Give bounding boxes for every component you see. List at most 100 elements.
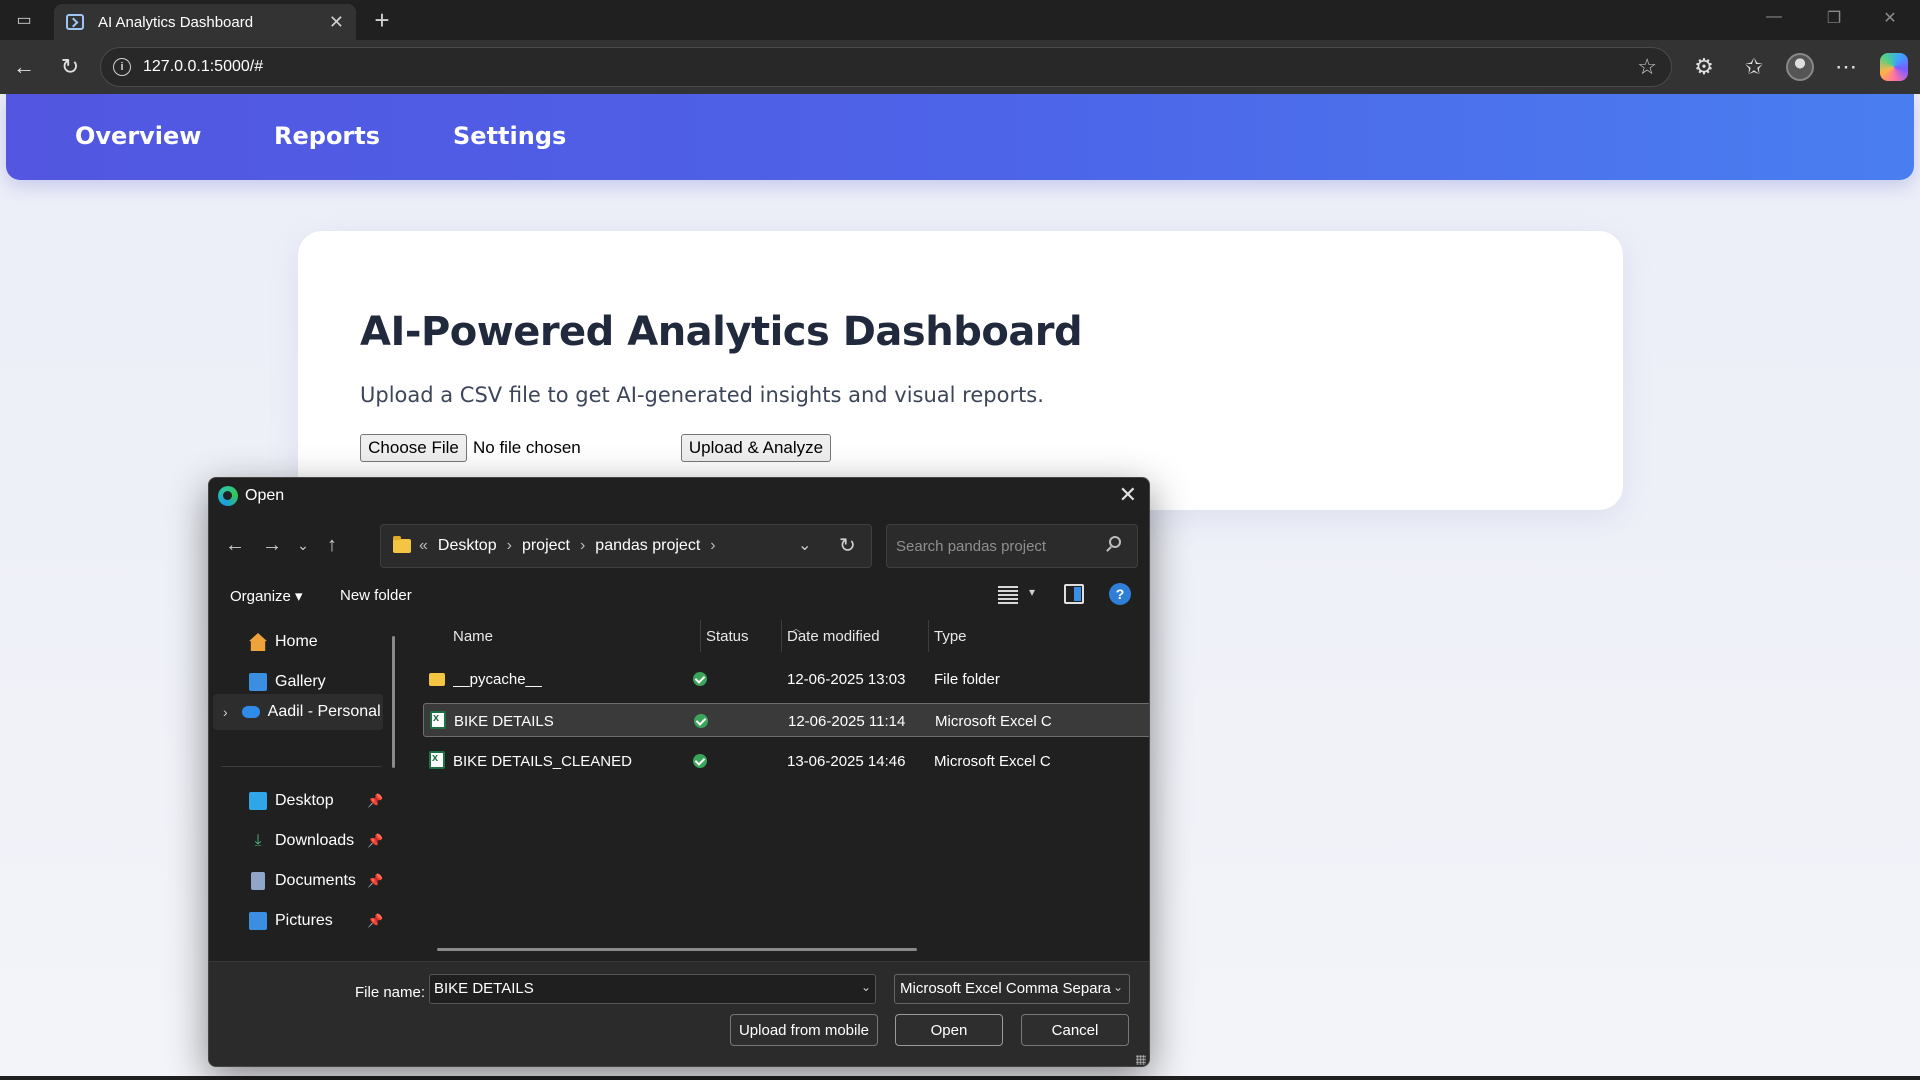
file-row[interactable]: BIKE DETAILS_CLEANED 13-06-2025 14:46 Mi… (423, 744, 1149, 778)
column-header-type[interactable]: Type (934, 628, 967, 645)
copilot-icon[interactable] (1880, 53, 1908, 81)
path-refresh-icon[interactable]: ↻ (839, 533, 856, 558)
cancel-button[interactable]: Cancel (1021, 1014, 1129, 1046)
dialog-back-icon[interactable]: ← (222, 532, 248, 558)
back-icon[interactable]: ← (10, 53, 38, 81)
column-divider[interactable] (700, 620, 701, 652)
path-dropdown-icon[interactable]: ⌄ (798, 535, 811, 555)
sidebar-item-downloads[interactable]: ⤓ Downloads (249, 827, 354, 855)
breadcrumb-project[interactable]: project (522, 537, 570, 555)
column-header-status[interactable]: Status (706, 628, 749, 645)
open-button[interactable]: Open (895, 1014, 1003, 1046)
file-row-selected[interactable]: BIKE DETAILS 12-06-2025 11:14 Microsoft … (423, 703, 1149, 737)
gallery-icon (249, 673, 267, 691)
window-close-icon[interactable]: ✕ (1878, 8, 1902, 28)
page-title: AI-Powered Analytics Dashboard (360, 309, 1083, 355)
pin-icon[interactable]: 📌 (367, 833, 383, 849)
sidebar-label-onedrive: Aadil - Personal (267, 703, 381, 720)
tab-actions-icon[interactable]: ▭ (12, 9, 36, 31)
tab-title: AI Analytics Dashboard (98, 13, 254, 31)
column-header-name[interactable]: Name (453, 628, 493, 645)
search-placeholder: Search pandas project (896, 538, 1047, 555)
browser-tab-bar: ▭ AI Analytics Dashboard ✕ + — ❐ ✕ (0, 0, 1920, 40)
upload-from-mobile-button[interactable]: Upload from mobile (730, 1014, 878, 1046)
breadcrumb: « Desktop › project › pandas project › (419, 537, 716, 555)
preview-pane-icon[interactable] (1064, 584, 1084, 604)
sidebar-label-documents: Documents (275, 872, 356, 889)
resize-grip-icon[interactable] (1136, 1055, 1146, 1065)
nav-link-settings[interactable]: Settings (453, 122, 566, 150)
minimize-icon[interactable]: — (1762, 8, 1786, 26)
organize-button[interactable]: Organize ▾ (230, 587, 303, 605)
file-type: Microsoft Excel C (934, 753, 1051, 770)
favorite-star-icon[interactable]: ☆ (1637, 54, 1657, 80)
dialog-title: Open (245, 487, 285, 504)
breadcrumb-overflow[interactable]: « (419, 537, 428, 555)
excel-icon (429, 751, 445, 769)
address-bar[interactable]: i 127.0.0.1:5000/# ☆ (100, 47, 1672, 87)
column-divider[interactable] (781, 620, 782, 652)
pin-icon[interactable]: 📌 (367, 873, 383, 889)
view-options-icon[interactable] (998, 586, 1018, 604)
breadcrumb-desktop[interactable]: Desktop (438, 537, 497, 555)
browser-tab[interactable]: AI Analytics Dashboard ✕ (54, 4, 356, 40)
sidebar-item-home[interactable]: Home (249, 628, 318, 656)
sidebar-item-desktop[interactable]: Desktop (249, 787, 334, 815)
download-icon: ⤓ (254, 832, 262, 849)
browser-toolbar: ← ↻ i 127.0.0.1:5000/# ☆ ⚙ ✩ ⋯ (0, 40, 1920, 94)
dialog-forward-icon[interactable]: → (259, 532, 285, 558)
file-type: Microsoft Excel C (935, 713, 1052, 730)
nav-link-reports[interactable]: Reports (274, 122, 380, 150)
upload-analyze-button[interactable]: Upload & Analyze (681, 434, 831, 462)
horizontal-scrollbar[interactable] (437, 948, 917, 951)
column-divider[interactable] (928, 620, 929, 652)
dialog-titlebar: Open ✕ (209, 478, 1149, 514)
chevron-right-icon[interactable]: › (710, 537, 715, 555)
profile-avatar[interactable] (1786, 53, 1814, 81)
sidebar-item-gallery[interactable]: Gallery (249, 668, 326, 696)
search-input[interactable]: Search pandas project (886, 524, 1138, 568)
help-icon[interactable]: ? (1109, 583, 1131, 605)
sidebar-item-documents[interactable]: Documents (249, 867, 356, 895)
more-menu-icon[interactable]: ⋯ (1832, 53, 1860, 81)
path-bar[interactable]: « Desktop › project › pandas project › ⌄… (380, 524, 872, 568)
sidebar-item-onedrive[interactable]: › Aadil - Personal (223, 698, 381, 726)
recent-locations-icon[interactable]: ⌄ (290, 532, 316, 558)
view-dropdown-icon[interactable]: ▾ (1029, 585, 1035, 599)
file-type-select[interactable]: Microsoft Excel Comma Separa (894, 974, 1130, 1004)
chevron-right-icon: › (579, 537, 586, 554)
breadcrumb-pandas-project[interactable]: pandas project (595, 537, 700, 555)
sidebar-item-pictures[interactable]: Pictures (249, 907, 333, 935)
site-info-icon[interactable]: i (113, 58, 131, 76)
top-navbar: Overview Reports Settings (6, 94, 1914, 180)
new-tab-button[interactable]: + (366, 4, 398, 36)
restore-icon[interactable]: ❐ (1822, 8, 1846, 28)
file-row[interactable]: __pycache__ 12-06-2025 13:03 File folder (423, 662, 1149, 696)
pin-icon[interactable]: 📌 (367, 913, 383, 929)
upload-card: AI-Powered Analytics Dashboard Upload a … (298, 231, 1623, 510)
url-text[interactable]: 127.0.0.1:5000/# (143, 58, 263, 76)
home-icon (249, 633, 267, 651)
choose-file-button[interactable]: Choose File (360, 434, 467, 462)
file-name-label: File name: (355, 984, 426, 1001)
nav-link-overview[interactable]: Overview (75, 122, 201, 150)
new-folder-button[interactable]: New folder (340, 587, 412, 604)
documents-icon (251, 872, 265, 890)
search-icon[interactable] (1109, 536, 1121, 548)
dialog-close-icon[interactable]: ✕ (1119, 482, 1137, 508)
up-folder-icon[interactable]: ↑ (319, 532, 345, 558)
sidebar-scrollbar[interactable] (392, 636, 395, 768)
refresh-icon[interactable]: ↻ (56, 53, 84, 81)
extensions-icon[interactable]: ⚙ (1690, 53, 1718, 81)
file-name: BIKE DETAILS (454, 713, 554, 730)
favorites-icon[interactable]: ✩ (1740, 53, 1768, 81)
excel-icon (430, 711, 446, 729)
column-header-date[interactable]: Date modified (787, 628, 880, 645)
pin-icon[interactable]: 📌 (367, 793, 383, 809)
tab-close-icon[interactable]: ✕ (329, 12, 344, 33)
chevron-right-icon[interactable]: › (223, 704, 228, 720)
desktop-icon (249, 792, 267, 810)
file-name-dropdown-icon[interactable]: ⌄ (861, 980, 871, 994)
file-name-input[interactable]: BIKE DETAILS (429, 974, 876, 1004)
file-type-dropdown-icon[interactable]: ⌄ (1113, 980, 1123, 994)
